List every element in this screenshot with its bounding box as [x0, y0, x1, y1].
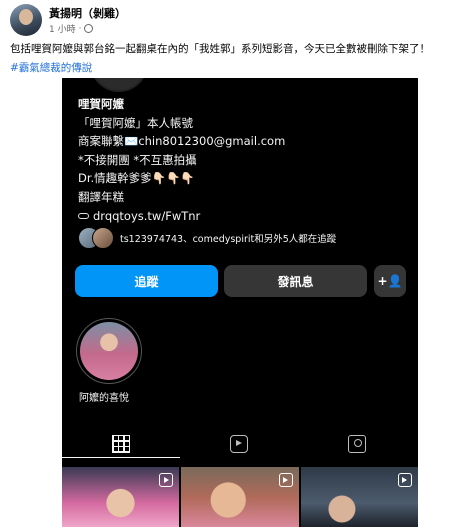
- post-header: 黃揚明（剝雞） 1 小時 ·: [0, 0, 474, 40]
- globe-icon: [84, 24, 94, 33]
- add-person-icon: +👤: [374, 265, 406, 297]
- author-name[interactable]: 黃揚明（剝雞）: [49, 5, 126, 21]
- highlight-label: 阿嬤的喜悅: [79, 393, 129, 404]
- reels-icon: [230, 435, 248, 453]
- bio-link: drqqtoys.tw/FwTnr: [78, 207, 285, 226]
- dot-separator: ·: [78, 23, 82, 34]
- followers-row: ts123974743、comedyspirit和另外5人都在追蹤: [78, 227, 336, 249]
- followers-text: ts123974743、comedyspirit和另外5人都在追蹤: [120, 234, 337, 245]
- bio-line: Dr.情趣幹爹爹👇🏻👇🏻👇🏻: [78, 171, 195, 186]
- post-thumbnail: [181, 467, 299, 527]
- bio-line: *不接開團 *不互惠拍攝: [78, 152, 197, 167]
- post-thumbnail: [62, 467, 180, 527]
- bio-line: 「哩賀阿嬤」本人帳號: [78, 115, 193, 130]
- posts-grid: [62, 467, 418, 527]
- bio-line: 翻譯年糕: [78, 189, 124, 204]
- link-icon: [78, 213, 89, 220]
- profile-bio: 哩賀阿嬤 「哩賀阿嬤」本人帳號 商案聯繫✉️chin8012300@gmail.…: [78, 95, 285, 225]
- message-button: 發訊息: [224, 265, 367, 297]
- reel-icon: [159, 473, 174, 487]
- profile-tabs: [62, 430, 418, 458]
- profile-avatar: [90, 78, 148, 92]
- instagram-profile-image[interactable]: 哩賀阿嬤 「哩賀阿嬤」本人帳號 商案聯繫✉️chin8012300@gmail.…: [62, 78, 418, 527]
- post-time[interactable]: 1 小時: [49, 22, 76, 35]
- profile-name: 哩賀阿嬤: [78, 97, 124, 111]
- tagged-icon: [348, 435, 366, 453]
- author-avatar[interactable]: [10, 4, 42, 36]
- bio-link-text: drqqtoys.tw/FwTnr: [93, 208, 201, 223]
- hashtag-link[interactable]: #霸氣總裁的傳說: [10, 60, 92, 75]
- post-thumbnail: [300, 467, 418, 527]
- story-highlight: [76, 318, 142, 384]
- tab-posts: [62, 430, 180, 458]
- follow-button: 追蹤: [75, 265, 218, 297]
- post-text: 包括哩賀阿嬤與郭台銘一起翻桌在內的「我姓郭」系列短影音，今天已全數被刪除下架了！: [10, 43, 430, 55]
- tab-tagged: [298, 430, 416, 458]
- tab-reels: [180, 430, 298, 458]
- reel-icon: [397, 473, 412, 487]
- reel-icon: [278, 473, 293, 487]
- highlight-image: [80, 322, 138, 380]
- bio-line: 商案聯繫✉️chin8012300@gmail.com: [78, 134, 286, 149]
- grid-icon: [112, 434, 130, 453]
- follower-avatar: [92, 227, 114, 249]
- post-meta: 1 小時 ·: [49, 22, 94, 35]
